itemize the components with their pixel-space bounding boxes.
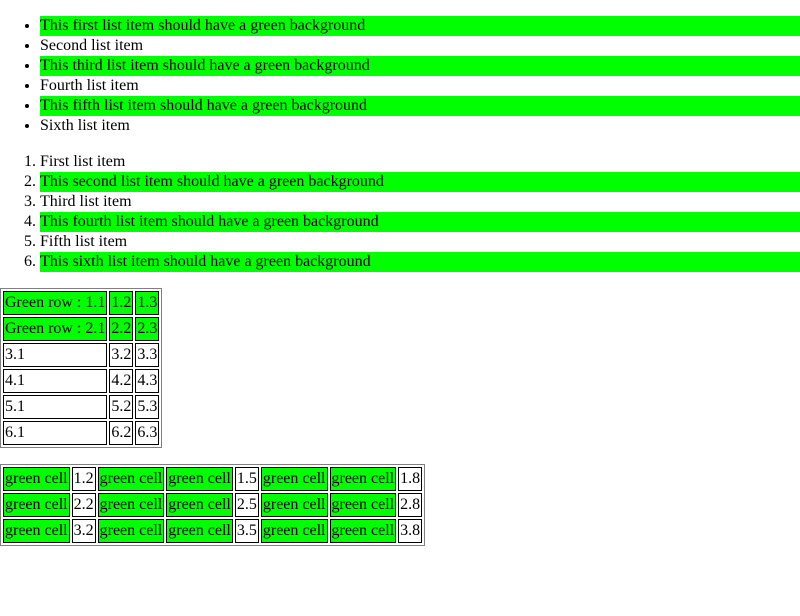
unordered-list-item-2: Second list item xyxy=(40,36,800,56)
table-row: Green row : 1.1 1.2 1.3 xyxy=(3,291,160,315)
table-row: 4.1 4.2 4.3 xyxy=(3,369,160,393)
table-cell: 5.2 xyxy=(109,395,134,419)
table-cell: 2.8 xyxy=(398,493,423,517)
green-rows-table-body: Green row : 1.1 1.2 1.3 Green row : 2.1 2.2 2… xyxy=(3,291,160,445)
table-cell: 6.3 xyxy=(135,421,160,445)
green-cell: green cell xyxy=(260,467,328,491)
green-cell: green cell xyxy=(166,493,233,517)
ordered-list-item-3: Third list item xyxy=(40,192,800,212)
green-cell: green cell xyxy=(329,467,397,491)
table-cell: 3.5 xyxy=(234,519,259,543)
ordered-list-item-2: This second list item should have a gree… xyxy=(40,172,800,192)
table-cell: Green row : 2.1 xyxy=(3,317,108,341)
table-cell: 3.2 xyxy=(71,519,96,543)
unordered-list: This first list item should have a green… xyxy=(0,16,800,136)
table-cell: 5.3 xyxy=(135,395,160,419)
green-cell: green cell xyxy=(3,467,70,491)
table-cell: 1.8 xyxy=(398,467,423,491)
table-cell: 4.1 xyxy=(3,369,108,393)
table-cell: 1.2 xyxy=(109,291,134,315)
table-cell: 3.2 xyxy=(109,343,134,367)
table-cell: 2.3 xyxy=(135,317,160,341)
unordered-list-item-1: This first list item should have a green… xyxy=(40,16,800,36)
table-row: 6.1 6.2 6.3 xyxy=(3,421,160,445)
table-cell: 1.3 xyxy=(135,291,160,315)
table-cell: 6.1 xyxy=(3,421,108,445)
table-cell: 1.5 xyxy=(234,467,259,491)
table-cell: 2.5 xyxy=(234,493,259,517)
table-cell: 3.1 xyxy=(3,343,108,367)
table-cell: 6.2 xyxy=(109,421,134,445)
table-cell: 3.3 xyxy=(135,343,160,367)
table-cell: 1.2 xyxy=(71,467,96,491)
green-cell: green cell xyxy=(97,493,165,517)
unordered-list-item-4: Fourth list item xyxy=(40,76,800,96)
unordered-list-item-5: This fifth list item should have a green… xyxy=(40,96,800,116)
table-cell: 3.8 xyxy=(398,519,423,543)
table-cell: 2.2 xyxy=(109,317,134,341)
green-cell: green cell xyxy=(3,493,70,517)
green-cell: green cell xyxy=(97,519,165,543)
table-cell: 4.3 xyxy=(135,369,160,393)
green-cells-table: green cell 1.2 green cell green cell 1.5 gree… xyxy=(0,464,426,546)
table-row: green cell 3.2 green cell green cell 3.5 gree… xyxy=(3,519,423,543)
ordered-list-item-5: Fifth list item xyxy=(40,232,800,252)
ordered-list-item-1: First list item xyxy=(40,152,800,172)
table-row: 5.1 5.2 5.3 xyxy=(3,395,160,419)
table-cell: Green row : 1.1 xyxy=(3,291,108,315)
table-row: 3.1 3.2 3.3 xyxy=(3,343,160,367)
green-cell: green cell xyxy=(166,467,233,491)
green-cell: green cell xyxy=(260,519,328,543)
green-cell: green cell xyxy=(260,493,328,517)
table-cell: 5.1 xyxy=(3,395,108,419)
unordered-list-item-3: This third list item should have a green… xyxy=(40,56,800,76)
green-cell: green cell xyxy=(329,519,397,543)
green-rows-table: Green row : 1.1 1.2 1.3 Green row : 2.1 2.2 2… xyxy=(0,288,163,448)
ordered-list-item-4: This fourth list item should have a gree… xyxy=(40,212,800,232)
green-cell: green cell xyxy=(329,493,397,517)
green-cells-table-body: green cell 1.2 green cell green cell 1.5 gree… xyxy=(3,467,423,543)
green-cell: green cell xyxy=(166,519,233,543)
table-row: green cell 1.2 green cell green cell 1.5 gree… xyxy=(3,467,423,491)
green-cell: green cell xyxy=(3,519,70,543)
unordered-list-item-6: Sixth list item xyxy=(40,116,800,136)
table-row: Green row : 2.1 2.2 2.3 xyxy=(3,317,160,341)
table-cell: 4.2 xyxy=(109,369,134,393)
ordered-list: First list itemThis second list item sho… xyxy=(0,152,800,272)
table-row: green cell 2.2 green cell green cell 2.5 gree… xyxy=(3,493,423,517)
table-cell: 2.2 xyxy=(71,493,96,517)
green-cell: green cell xyxy=(97,467,165,491)
ordered-list-item-6: This sixth list item should have a green… xyxy=(40,252,800,272)
